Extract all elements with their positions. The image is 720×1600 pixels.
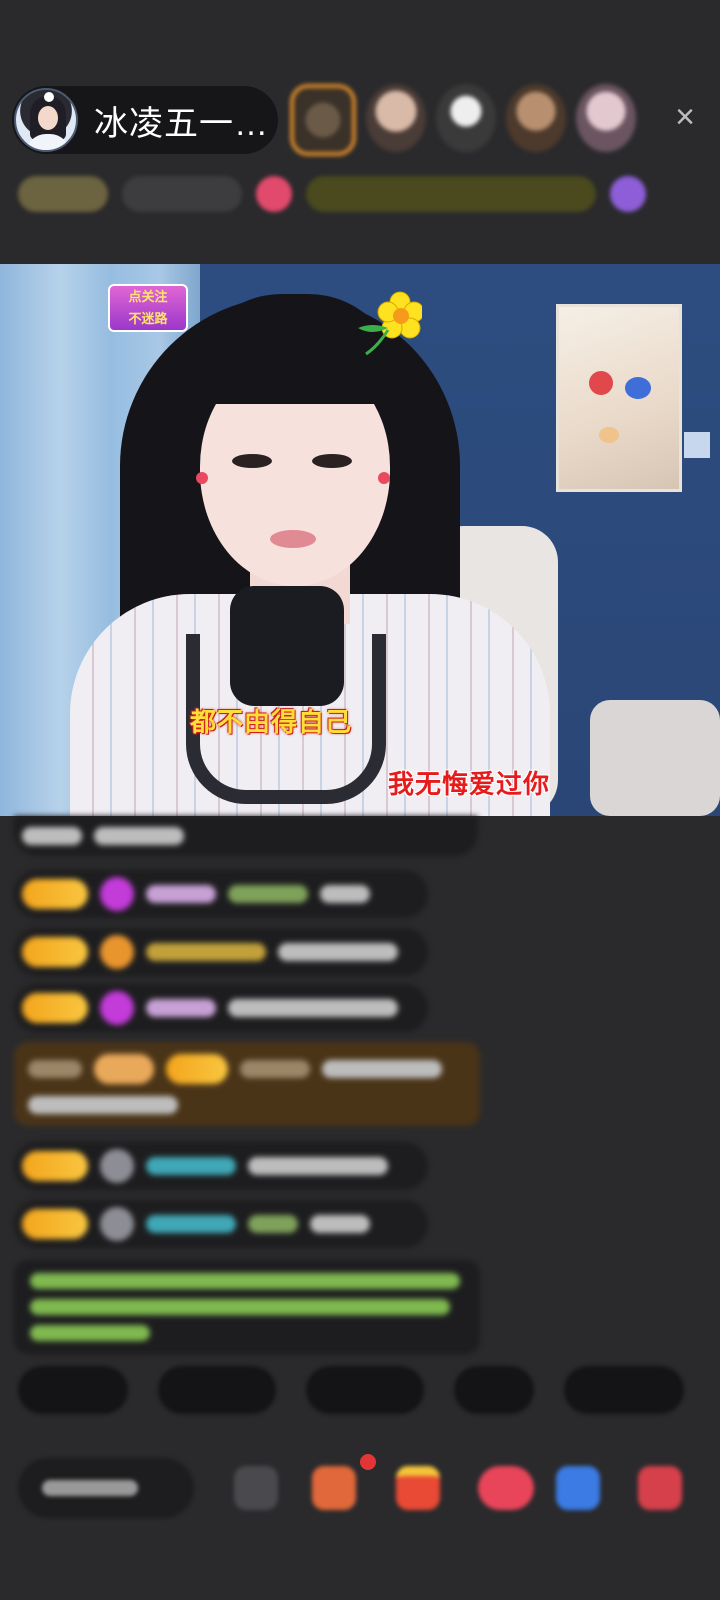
shop-icon[interactable] (312, 1466, 356, 1510)
streamer-lips (270, 530, 316, 548)
quick-reply-chip[interactable] (454, 1366, 534, 1414)
viewer-avatar[interactable] (290, 84, 356, 156)
viewer-avatar[interactable] (366, 84, 426, 152)
top-viewers-list (290, 84, 636, 156)
quick-reply-chip[interactable] (306, 1366, 424, 1414)
gift-box-icon[interactable] (396, 1466, 440, 1510)
chat-message-highlight (14, 1042, 480, 1126)
earring (196, 472, 208, 484)
viewer-avatar[interactable] (576, 84, 636, 152)
fan-badge-icon (100, 1207, 134, 1241)
level-badge (22, 879, 88, 909)
follow-sticker-line-2: 不迷路 (128, 311, 168, 326)
streamer-eye (232, 454, 272, 468)
event-icon[interactable] (610, 176, 646, 212)
level-badge (22, 993, 88, 1023)
follow-sticker-line-1: 点关注 (128, 289, 168, 304)
quick-reply-chip[interactable] (564, 1366, 684, 1414)
live-video[interactable]: 点关注 不迷路 都不由得自己 我无悔爱过你 (0, 264, 720, 816)
earring (378, 472, 390, 484)
chat-message (14, 984, 428, 1032)
gem-icon (100, 991, 134, 1025)
game-icon[interactable] (478, 1466, 534, 1510)
chat-message (14, 1200, 428, 1248)
rank-chip[interactable] (18, 176, 108, 212)
share-icon[interactable] (556, 1466, 600, 1510)
avatar-face (38, 106, 58, 130)
quick-reply-row (18, 1366, 684, 1414)
wall-switch (684, 432, 710, 458)
host-name: 冰凌五一… (94, 104, 269, 143)
quick-reply-chip[interactable] (158, 1366, 276, 1414)
bottom-action-bar (18, 1454, 720, 1520)
chat-message (14, 1142, 428, 1190)
fan-badge-icon (100, 935, 134, 969)
emoji-icon[interactable] (234, 1466, 278, 1510)
quick-reply-chip[interactable] (18, 1366, 128, 1414)
fan-badge-icon (100, 1149, 134, 1183)
chat-message (14, 816, 478, 856)
notification-dot (360, 1454, 376, 1470)
follow-sticker[interactable]: 点关注 不迷路 (108, 284, 188, 332)
gem-icon (100, 877, 134, 911)
microphone (230, 586, 344, 706)
host-info-pill[interactable]: 冰凌五一… (12, 86, 278, 154)
wall-poster (556, 304, 682, 492)
system-notice (14, 1260, 480, 1354)
fans-chip[interactable] (122, 176, 242, 212)
viewer-avatar[interactable] (506, 84, 566, 152)
chat-input-button[interactable] (18, 1458, 194, 1518)
level-badge (22, 937, 88, 967)
gift-icon[interactable] (638, 1466, 682, 1510)
chat-message (14, 928, 428, 976)
close-icon[interactable]: × (668, 100, 702, 134)
stream-info-row (18, 172, 700, 216)
streamer-eye (312, 454, 352, 468)
gift-icon[interactable] (256, 176, 292, 212)
host-avatar[interactable] (14, 88, 78, 152)
lyric-line-1: 都不由得自己 (190, 707, 353, 737)
lyric-line-2: 我无悔爱过你 (388, 769, 551, 799)
activity-banner[interactable] (306, 176, 596, 212)
chat-message (14, 870, 428, 918)
level-badge (22, 1209, 88, 1239)
flower-hairclip-icon (358, 291, 422, 356)
avatar-badge-icon (44, 92, 54, 102)
level-badge (22, 1151, 88, 1181)
viewer-avatar[interactable] (436, 84, 496, 152)
pillow (590, 700, 720, 816)
